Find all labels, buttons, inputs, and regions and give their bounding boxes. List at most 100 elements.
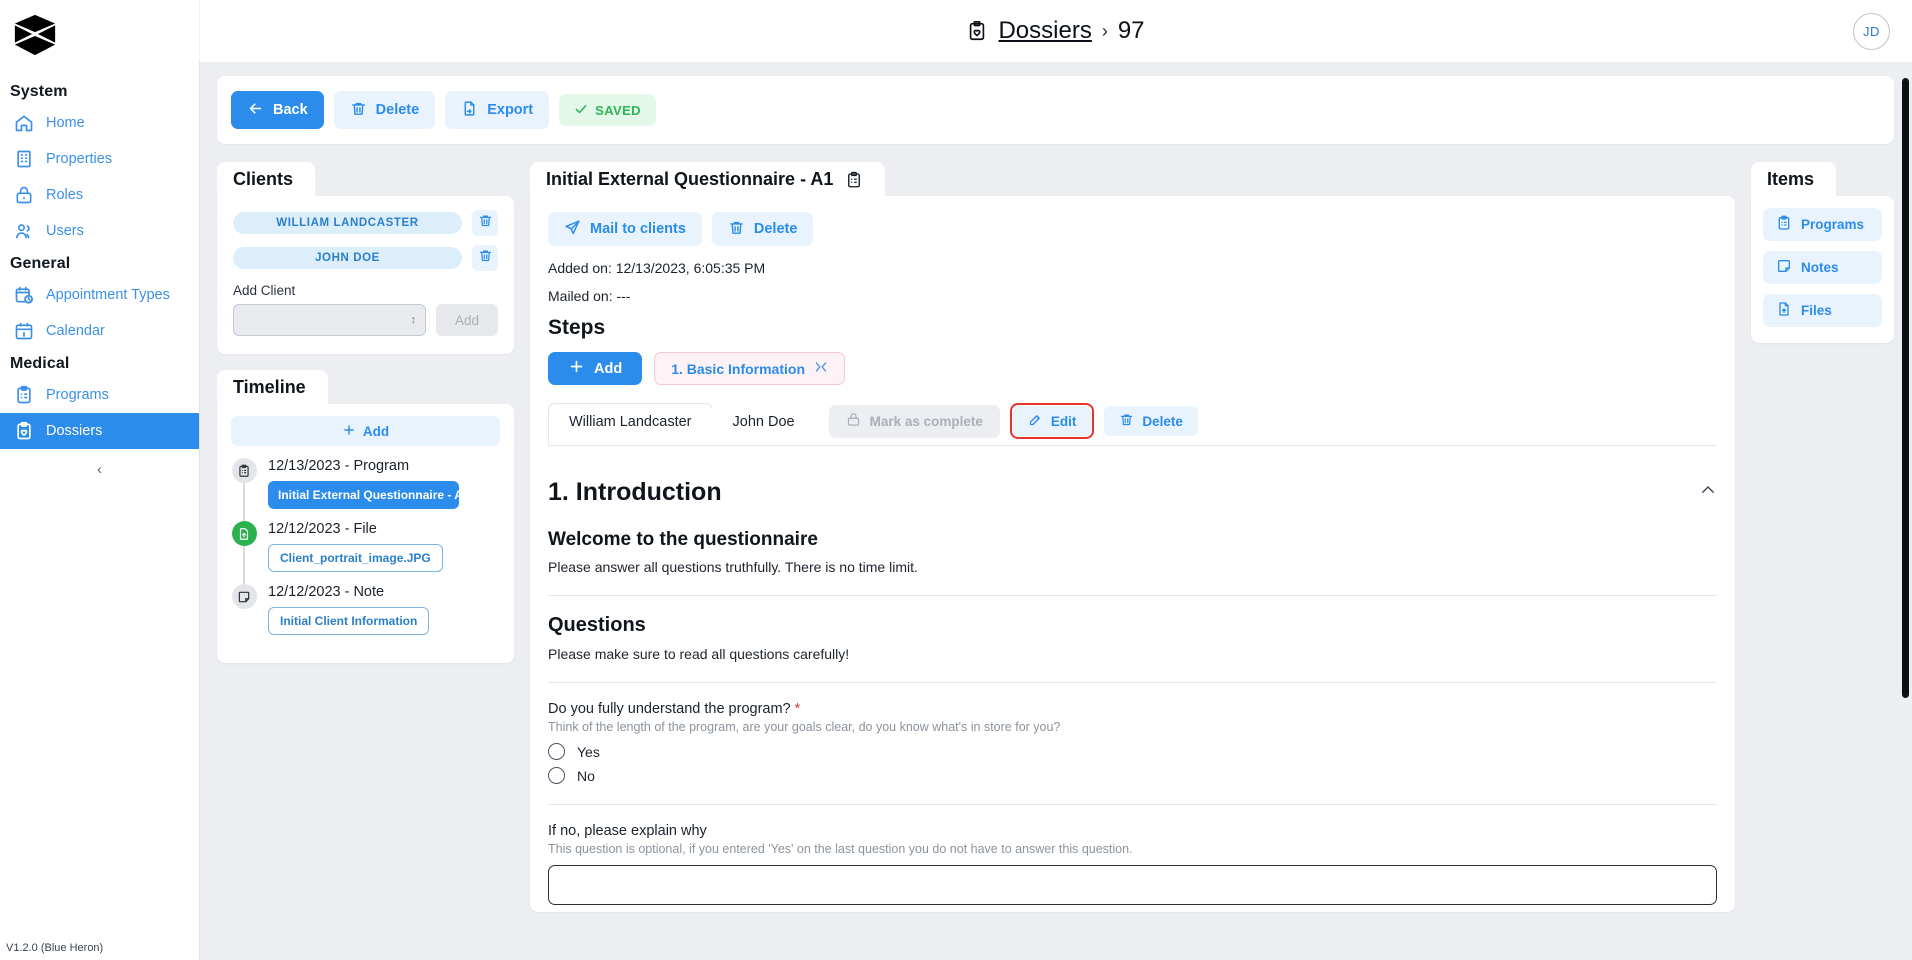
timeline-link[interactable]: Initial External Questionnaire - A1 <box>268 481 459 509</box>
client-delete-button[interactable] <box>472 245 498 271</box>
arrow-left-icon <box>247 100 264 121</box>
status-badge-label: SAVED <box>595 102 641 118</box>
sidebar-collapse-button[interactable]: ‹ <box>0 449 199 489</box>
sidebar-item-properties[interactable]: Properties <box>0 141 199 177</box>
radio-option-yes[interactable]: Yes <box>548 743 1717 760</box>
avatar[interactable]: JD <box>1853 13 1890 50</box>
section-title: 1. Introduction <box>548 478 722 506</box>
nav-section-title-medical: Medical <box>10 355 70 372</box>
add-step-label: Add <box>594 360 623 377</box>
back-button[interactable]: Back <box>231 91 324 129</box>
questionnaire-title-tab: Initial External Questionnaire - A1 <box>530 162 886 196</box>
divider <box>548 804 1717 805</box>
sidebar-item-appointment-types[interactable]: Appointment Types <box>0 277 199 313</box>
items-button-label: Files <box>1801 303 1832 318</box>
client-chip[interactable]: JOHN DOE <box>233 247 462 269</box>
question-1-text: Do you fully understand the program? <box>548 701 791 717</box>
sidebar-item-calendar[interactable]: Calendar <box>0 313 199 349</box>
items-notes-button[interactable]: Notes <box>1763 251 1882 284</box>
sidebar-item-roles[interactable]: Roles <box>0 177 199 213</box>
timeline-date: 12/12/2023 - File <box>268 521 377 537</box>
nav-section-title-general: General <box>10 255 71 272</box>
question-2-textarea[interactable] <box>548 865 1717 905</box>
note-icon <box>231 584 257 609</box>
left-column: Clients WILLIAM LANDCASTER JOHN DOE Add … <box>217 162 514 663</box>
sidebar-item-label: Calendar <box>46 323 105 339</box>
timeline-title: Timeline <box>217 370 328 404</box>
sidebar-item-dossiers[interactable]: Dossiers <box>0 413 199 449</box>
tab-john-doe[interactable]: John Doe <box>711 403 816 445</box>
questionnaire-actions: Mail to clients Delete <box>548 212 1717 246</box>
timeline-add-button[interactable]: Add <box>231 416 500 446</box>
questions-subtext: Please make sure to read all questions c… <box>548 646 850 662</box>
delete-button[interactable]: Delete <box>333 91 436 129</box>
sidebar-item-users[interactable]: Users <box>0 213 199 249</box>
app-version: V1.2.0 (Blue Heron) <box>6 942 104 954</box>
sidebar-item-programs[interactable]: Programs <box>0 377 199 413</box>
added-on-text: Added on: 12/13/2023, 6:05:35 PM <box>548 260 766 276</box>
calendar-clock-icon <box>14 285 34 305</box>
scrollbar-thumb[interactable] <box>1902 78 1909 698</box>
radio-circle[interactable] <box>548 743 565 760</box>
mark-as-complete-button[interactable]: Mark as complete <box>828 404 1000 438</box>
welcome-heading: Welcome to the questionnaire <box>548 529 818 550</box>
step-delete-button[interactable]: Delete <box>1104 406 1198 436</box>
home-icon <box>14 113 34 133</box>
mark-as-complete-label: Mark as complete <box>869 413 983 429</box>
chevron-updown-icon: ↕ <box>410 314 417 326</box>
question-2-hint: This question is optional, if you entere… <box>548 842 1133 856</box>
add-step-button[interactable]: Add <box>548 352 643 385</box>
vertical-scrollbar[interactable] <box>1902 78 1909 940</box>
export-button[interactable]: Export <box>445 91 550 129</box>
timeline-rail <box>231 584 257 647</box>
building-icon <box>14 149 34 169</box>
calendar-icon <box>14 321 34 341</box>
breadcrumb: Dossiers › 97 <box>966 17 1145 45</box>
timeline-content: 12/12/2023 - File Client_portrait_image.… <box>268 521 500 584</box>
client-select[interactable]: ↕ <box>233 304 426 336</box>
timeline-connector <box>243 546 245 584</box>
items-button-label: Notes <box>1801 260 1839 275</box>
timeline-content: 12/12/2023 - Note Initial Client Informa… <box>268 584 500 647</box>
client-delete-button[interactable] <box>472 210 498 236</box>
clipboard-icon <box>231 458 257 483</box>
top-bar: Dossiers › 97 JD <box>199 0 1912 62</box>
radio-option-no[interactable]: No <box>548 767 1717 784</box>
step-chip-basic-information[interactable]: 1. Basic Information <box>654 352 845 385</box>
edit-button-highlight: Edit <box>1009 403 1095 439</box>
breadcrumb-root-link[interactable]: Dossiers <box>998 17 1091 45</box>
welcome-text: Please answer all questions truthfully. … <box>548 559 918 575</box>
clipboard-list-icon <box>14 385 34 405</box>
required-marker: * <box>794 701 801 717</box>
client-row: WILLIAM LANDCASTER <box>233 210 498 236</box>
users-icon <box>14 221 34 241</box>
question-1-label: Do you fully understand the program? * <box>548 701 1717 717</box>
items-files-button[interactable]: Files <box>1763 294 1882 327</box>
client-chip[interactable]: WILLIAM LANDCASTER <box>233 212 462 234</box>
file-icon <box>1776 301 1792 320</box>
file-export-icon <box>461 100 478 121</box>
questionnaire-delete-button[interactable]: Delete <box>711 212 814 246</box>
page-content: Back Delete Export SAVED Clients WILLIAM… <box>199 62 1912 960</box>
sidebar-item-label: Appointment Types <box>46 287 170 303</box>
delete-button-label: Delete <box>375 102 420 118</box>
items-button-label: Programs <box>1801 217 1865 232</box>
edit-button[interactable]: Edit <box>1012 406 1092 436</box>
clipboard-icon <box>845 171 863 189</box>
breadcrumb-current: 97 <box>1117 17 1145 44</box>
timeline-link[interactable]: Client_portrait_image.JPG <box>268 544 443 572</box>
mail-to-clients-button[interactable]: Mail to clients <box>548 212 702 246</box>
section-header[interactable]: 1. Introduction <box>548 478 1717 507</box>
radio-circle[interactable] <box>548 767 565 784</box>
sidebar-item-home[interactable]: Home <box>0 105 199 141</box>
timeline-rail <box>231 458 257 521</box>
trash-icon <box>1119 412 1134 430</box>
timeline-link[interactable]: Initial Client Information <box>268 607 430 635</box>
chevron-up-icon[interactable] <box>1699 481 1717 504</box>
tab-william-landcaster[interactable]: William Landcaster <box>548 403 713 445</box>
app-logo[interactable] <box>0 0 199 77</box>
items-programs-button[interactable]: Programs <box>1763 208 1882 241</box>
add-client-button[interactable]: Add <box>436 304 498 336</box>
question-1-hint: Think of the length of the program, are … <box>548 720 1061 734</box>
edit-button-label: Edit <box>1050 413 1077 429</box>
